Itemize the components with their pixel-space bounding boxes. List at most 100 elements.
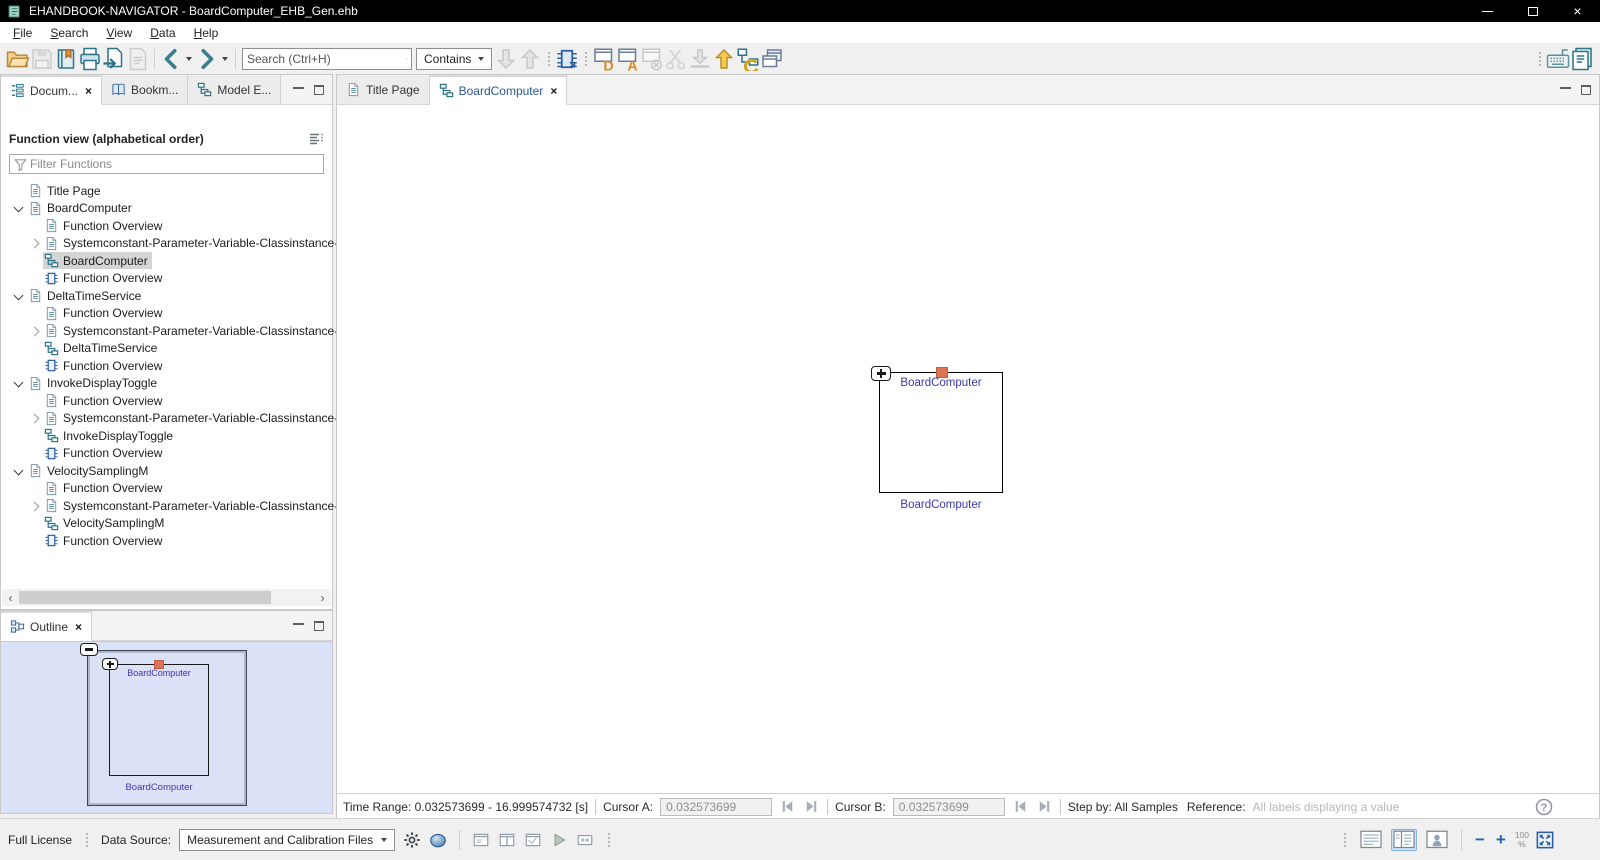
tree-item[interactable]: BoardComputer	[1, 252, 332, 270]
chevron-down-icon[interactable]	[11, 288, 27, 304]
sort-icon[interactable]	[308, 131, 324, 147]
step-forward-icon[interactable]	[1036, 798, 1053, 815]
single-view-icon[interactable]	[1358, 829, 1384, 851]
show-data-icon[interactable]: D	[592, 47, 616, 71]
zoom-level-icon[interactable]: 100%	[1515, 831, 1529, 849]
open-folder-icon[interactable]	[6, 47, 30, 71]
search-box[interactable]	[242, 48, 412, 70]
navigate-back-dropdown-icon[interactable]	[183, 47, 195, 71]
tree-item[interactable]: VelocitySamplingM	[1, 515, 332, 533]
tree-item[interactable]: Systemconstant-Parameter-Variable-Classi…	[1, 235, 332, 253]
function-box-boardcomputer[interactable]: BoardComputer BoardComputer	[879, 372, 1003, 493]
tree-item[interactable]: BoardComputer	[1, 200, 332, 218]
tree-item[interactable]: Function Overview	[1, 270, 332, 288]
collapse-minus-icon[interactable]	[80, 643, 98, 656]
chevron-right-icon[interactable]	[27, 323, 43, 339]
data-sphere-icon[interactable]	[429, 831, 447, 849]
measure-window-icon[interactable]	[472, 831, 490, 849]
panel-minimize-icon[interactable]	[293, 86, 304, 89]
presentation-view-icon[interactable]	[1424, 829, 1450, 851]
gear-icon[interactable]	[403, 831, 421, 849]
close-icon[interactable]: ×	[85, 84, 92, 98]
scroll-right-icon[interactable]: ›	[314, 591, 331, 605]
chevron-down-icon[interactable]	[11, 200, 27, 216]
close-button[interactable]: ×	[1555, 0, 1600, 22]
panel-maximize-icon[interactable]	[314, 621, 324, 631]
panel-maximize-icon[interactable]	[314, 85, 324, 95]
tree-item[interactable]: Function Overview	[1, 445, 332, 463]
tree-item[interactable]: Systemconstant-Parameter-Variable-Classi…	[1, 410, 332, 428]
menu-view[interactable]: View	[97, 24, 141, 42]
filter-functions-input[interactable]	[30, 157, 323, 171]
keyboard-shortcuts-icon[interactable]	[1546, 47, 1570, 71]
step-back-icon[interactable]	[779, 798, 796, 815]
menu-file[interactable]: File	[4, 24, 41, 42]
step-forward-icon[interactable]	[803, 798, 820, 815]
expand-plus-icon[interactable]	[102, 658, 118, 670]
tree-item[interactable]: Systemconstant-Parameter-Variable-Classi…	[1, 322, 332, 340]
navigate-back-icon[interactable]	[159, 47, 183, 71]
tree-item[interactable]: Function Overview	[1, 532, 332, 550]
navigate-forward-dropdown-icon[interactable]	[219, 47, 231, 71]
data-source-dropdown[interactable]: Measurement and Calibration Files	[179, 829, 395, 851]
tree-item[interactable]: VelocitySamplingM	[1, 462, 332, 480]
tree-item[interactable]: Function Overview	[1, 217, 332, 235]
tab-bookmarks[interactable]: Bookm...	[102, 75, 188, 104]
tree-item[interactable]: Function Overview	[1, 357, 332, 375]
tree-item[interactable]: DeltaTimeService	[1, 287, 332, 305]
menu-data[interactable]: Data	[141, 24, 184, 42]
close-icon[interactable]: ×	[75, 620, 82, 634]
tree-item[interactable]: Function Overview	[1, 392, 332, 410]
cascade-windows-icon[interactable]	[760, 47, 784, 71]
contains-dropdown[interactable]: Contains	[416, 48, 492, 70]
tree-item[interactable]: InvokeDisplayToggle	[1, 375, 332, 393]
tree-item[interactable]: Function Overview	[1, 480, 332, 498]
chevron-down-icon[interactable]	[11, 463, 27, 479]
tree-item[interactable]: Systemconstant-Parameter-Variable-Classi…	[1, 497, 332, 515]
handbook-icon[interactable]	[54, 47, 78, 71]
tab-documents[interactable]: Docum... ×	[1, 75, 102, 105]
zoom-out-icon[interactable]: −	[1473, 831, 1487, 848]
function-block-icon[interactable]	[555, 47, 579, 71]
tree-item[interactable]: Title Page	[1, 182, 332, 200]
horizontal-scrollbar[interactable]: ‹ ›	[2, 589, 331, 606]
cursor-b-field[interactable]	[893, 798, 1005, 816]
fit-screen-icon[interactable]	[1536, 831, 1554, 849]
tree-item[interactable]: DeltaTimeService	[1, 340, 332, 358]
split-view-icon[interactable]	[1391, 829, 1417, 851]
tree-item[interactable]: Function Overview	[1, 305, 332, 323]
export-icon[interactable]	[102, 47, 126, 71]
expand-plus-icon[interactable]	[871, 366, 891, 381]
outline-thumbnail[interactable]: BoardComputer BoardComputer	[1, 641, 332, 813]
panel-minimize-icon[interactable]	[1560, 86, 1571, 89]
cursor-a-field[interactable]	[660, 798, 772, 816]
step-back-icon[interactable]	[1012, 798, 1029, 815]
export-labels-icon[interactable]	[712, 47, 736, 71]
navigate-forward-icon[interactable]	[195, 47, 219, 71]
calibrate-window-icon[interactable]	[498, 831, 516, 849]
chevron-right-icon[interactable]	[27, 498, 43, 514]
refresh-model-icon[interactable]	[736, 47, 760, 71]
experiment-window-icon[interactable]	[524, 831, 542, 849]
tree-item[interactable]: InvokeDisplayToggle	[1, 427, 332, 445]
menu-search[interactable]: Search	[41, 24, 97, 42]
chevron-right-icon[interactable]	[27, 410, 43, 426]
diagram-canvas[interactable]: BoardComputer BoardComputer	[337, 105, 1599, 793]
chevron-down-icon[interactable]	[11, 375, 27, 391]
menu-help[interactable]: Help	[185, 24, 228, 42]
help-book-icon[interactable]	[1570, 47, 1594, 71]
recorder-icon[interactable]	[576, 831, 594, 849]
panel-maximize-icon[interactable]	[1581, 85, 1591, 95]
chevron-right-icon[interactable]	[27, 235, 43, 251]
zoom-in-icon[interactable]: +	[1494, 831, 1508, 848]
filter-box[interactable]	[9, 154, 324, 174]
minimize-button[interactable]	[1465, 0, 1510, 22]
close-icon[interactable]: ×	[550, 84, 557, 98]
show-labels-icon[interactable]: A	[616, 47, 640, 71]
search-input[interactable]	[243, 52, 406, 66]
tab-boardcomputer[interactable]: BoardComputer ×	[430, 75, 568, 105]
maximize-button[interactable]	[1510, 0, 1555, 22]
panel-minimize-icon[interactable]	[293, 622, 304, 625]
outline-function-box[interactable]: BoardComputer	[109, 664, 209, 776]
scrollbar-thumb[interactable]	[19, 591, 271, 604]
